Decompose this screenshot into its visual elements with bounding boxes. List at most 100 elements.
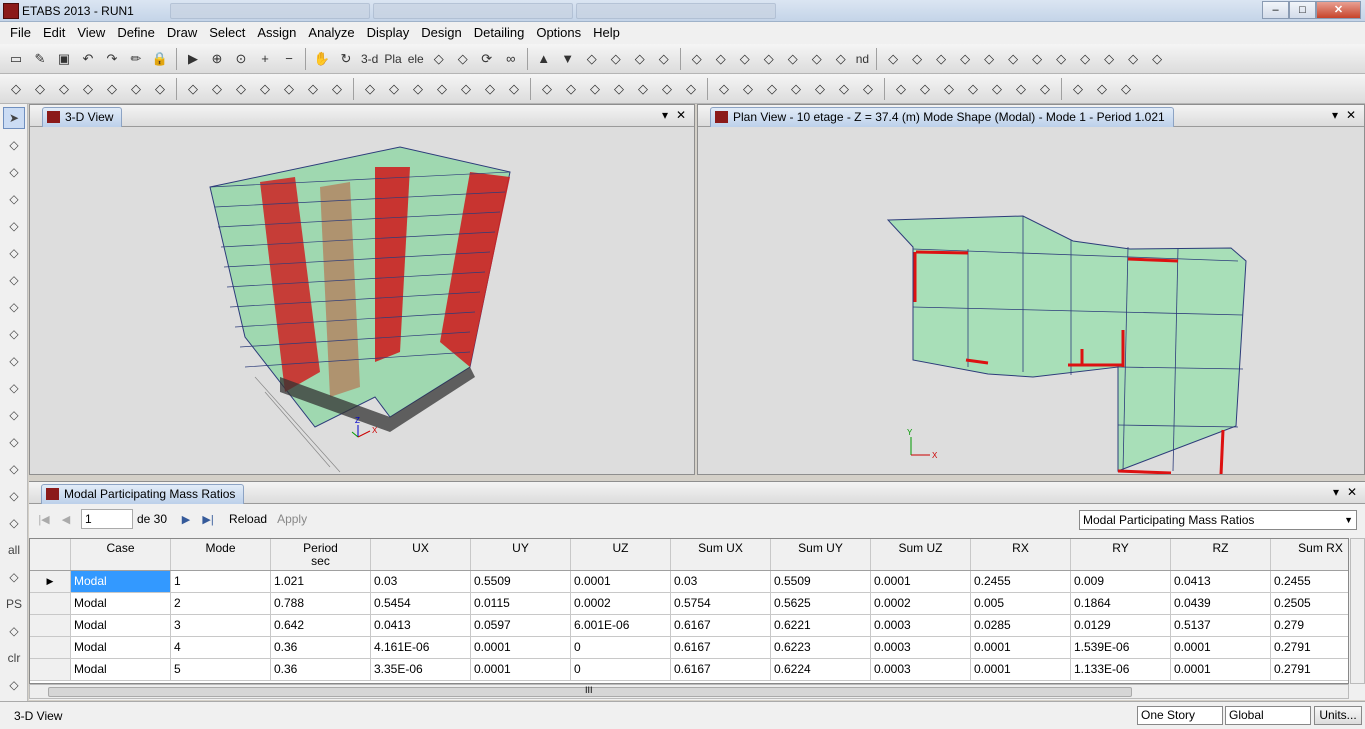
table-cell[interactable]: 0.2791 (1271, 659, 1348, 680)
table-cell[interactable]: 3.35E-06 (371, 659, 471, 680)
section-icon[interactable]: ◇ (735, 49, 755, 69)
draw-beam-icon[interactable]: ◇ (3, 242, 25, 264)
mesh-icon[interactable]: ◇ (303, 79, 323, 99)
zoom-restore-icon[interactable]: ⊙ (231, 49, 251, 69)
table-cell[interactable]: 0.642 (271, 615, 371, 636)
pane-dropdown-icon[interactable]: ▾ (1333, 485, 1339, 499)
table-cell[interactable]: 0.0001 (871, 571, 971, 592)
table-cell[interactable]: 0.009 (1071, 571, 1171, 592)
set-display-icon[interactable]: ◇ (606, 49, 626, 69)
table-cell[interactable]: 0.0003 (871, 637, 971, 658)
row-indicator[interactable] (30, 637, 71, 658)
fill-icon[interactable]: ◇ (831, 49, 851, 69)
save-icon[interactable]: ▣ (54, 49, 74, 69)
chamfer-icon[interactable]: ◇ (432, 79, 452, 99)
frame-release-icon[interactable]: ◇ (585, 79, 605, 99)
last-record-icon[interactable]: ▶| (197, 513, 219, 526)
horizontal-scrollbar[interactable]: III (29, 684, 1349, 699)
column-header[interactable]: RX (971, 539, 1071, 570)
table-cell[interactable]: 0.1864 (1071, 593, 1171, 614)
table-cell[interactable]: 0.36 (271, 637, 371, 658)
edit-pencil-icon[interactable]: ✏ (126, 49, 146, 69)
table-cell[interactable]: 1 (171, 571, 271, 592)
pane-close-icon[interactable]: ✕ (676, 108, 686, 122)
table-cell[interactable]: 0.6167 (671, 615, 771, 636)
table-cell[interactable]: 2 (171, 593, 271, 614)
stair-icon[interactable]: ◇ (537, 79, 557, 99)
table-cell[interactable]: 0.36 (271, 659, 371, 680)
table-cell[interactable]: 0.0002 (871, 593, 971, 614)
pane-close-icon[interactable]: ✕ (1346, 108, 1356, 122)
slab-icon[interactable]: ◇ (987, 79, 1007, 99)
draw-section-cut-icon[interactable]: ◇ (3, 458, 25, 480)
divide-icon[interactable]: ◇ (327, 79, 347, 99)
view-3d-canvas[interactable]: Z X (30, 127, 694, 474)
wall-design-icon[interactable]: ◇ (1068, 79, 1088, 99)
pane-dropdown-icon[interactable]: ▾ (662, 108, 668, 122)
section-assign-icon[interactable]: ◇ (609, 79, 629, 99)
plan-view-canvas[interactable]: Y X (698, 127, 1364, 474)
column-header[interactable]: Case (71, 539, 171, 570)
pier-label-icon[interactable]: ◇ (633, 79, 653, 99)
joint-icon[interactable]: ◇ (807, 49, 827, 69)
load-icon[interactable]: ◇ (783, 49, 803, 69)
move-up-icon[interactable]: ▲ (534, 49, 554, 69)
menu-item-view[interactable]: View (71, 22, 111, 44)
table-cell[interactable]: 5 (171, 659, 271, 680)
cross-brace-icon[interactable]: ◇ (759, 49, 779, 69)
split-icon[interactable]: ◇ (231, 79, 251, 99)
point-icon[interactable]: ◇ (30, 79, 50, 99)
table-cell[interactable]: 0.0002 (571, 593, 671, 614)
units-button[interactable]: Units... (1314, 706, 1362, 725)
draw-frame-icon[interactable]: ◇ (3, 188, 25, 210)
table-cell[interactable]: 0.2791 (1271, 637, 1348, 658)
draw-link-icon[interactable]: ◇ (3, 404, 25, 426)
table-cell[interactable]: 0.2505 (1271, 593, 1348, 614)
table-row[interactable]: Modal 2 0.788 0.5454 0.0115 0.0002 0.5754 0.562… (30, 593, 1348, 615)
table-cell[interactable]: 4.161E-06 (371, 637, 471, 658)
draw-area-icon[interactable]: ◇ (3, 323, 25, 345)
bracket-icon[interactable]: ◇ (1027, 49, 1047, 69)
table-cell[interactable]: 0.0003 (871, 615, 971, 636)
replicate-icon[interactable]: ◇ (183, 79, 203, 99)
page-number-input[interactable]: 1 (81, 509, 133, 529)
menu-item-design[interactable]: Design (415, 22, 467, 44)
draw-wall-icon[interactable]: ◇ (3, 350, 25, 372)
menu-item-analyze[interactable]: Analyze (302, 22, 360, 44)
story-dropdown[interactable]: One Story (1137, 706, 1223, 725)
table-cell[interactable]: 1.133E-06 (1071, 659, 1171, 680)
extrude-icon[interactable]: ◇ (630, 49, 650, 69)
merge-icon[interactable]: ◇ (255, 79, 275, 99)
object-shrink-icon[interactable]: ◇ (582, 49, 602, 69)
table-cell[interactable]: Modal (71, 659, 171, 680)
table-cell[interactable]: Modal (71, 615, 171, 636)
pointer-icon[interactable]: ➤ (3, 107, 25, 129)
pane-dropdown-icon[interactable]: ▾ (1332, 108, 1338, 122)
table-cell[interactable]: 0.5625 (771, 593, 871, 614)
glasses-icon[interactable]: ∞ (501, 49, 521, 69)
load-pattern-icon[interactable]: ◇ (561, 79, 581, 99)
steel-icon[interactable]: ◇ (1116, 79, 1136, 99)
view-label-ele[interactable]: ele (408, 52, 424, 66)
table-cell[interactable]: 0.03 (371, 571, 471, 592)
table-cell[interactable]: 0.5754 (671, 593, 771, 614)
table-cell[interactable]: 0 (571, 637, 671, 658)
table-cell[interactable]: Modal (71, 593, 171, 614)
table-cell[interactable]: 1.539E-06 (1071, 637, 1171, 658)
first-record-icon[interactable]: |◀ (33, 513, 55, 526)
menu-item-file[interactable]: File (4, 22, 37, 44)
table-cell[interactable]: 0.0001 (471, 659, 571, 680)
column-icon[interactable]: ◇ (955, 49, 975, 69)
snap-icon[interactable]: ◇ (3, 485, 25, 507)
mass-source-icon[interactable]: ◇ (915, 79, 935, 99)
column-header[interactable]: Period sec (271, 539, 371, 570)
menu-item-detailing[interactable]: Detailing (468, 22, 531, 44)
shell-icon[interactable]: ◇ (907, 49, 927, 69)
refresh-icon[interactable]: ⟳ (477, 49, 497, 69)
plan-view-icon[interactable]: ◇ (429, 49, 449, 69)
table-cell[interactable]: 4 (171, 637, 271, 658)
opening-icon[interactable]: ◇ (504, 79, 524, 99)
join-icon[interactable]: ◇ (360, 79, 380, 99)
lock-icon[interactable]: 🔒 (150, 49, 170, 69)
tendon-icon[interactable]: ◇ (963, 79, 983, 99)
